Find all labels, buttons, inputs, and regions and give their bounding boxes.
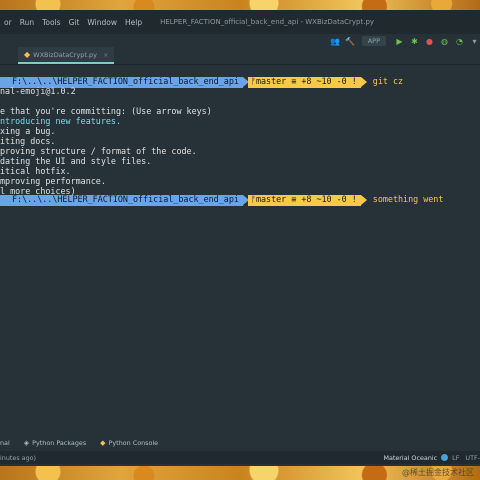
- close-icon[interactable]: ×: [103, 51, 108, 59]
- prompt-path: F:\..\..\HELPER_FACTION_official_back_en…: [12, 194, 239, 205]
- file-encoding[interactable]: UTF-: [465, 454, 480, 462]
- title-bar: or Run Tools Git Window Help HELPER_FACT…: [0, 10, 480, 34]
- command-text: git cz: [372, 76, 404, 87]
- menu-item-run[interactable]: Run: [16, 18, 38, 27]
- prompt-git-status: master ≡ +8 ~10 -0 !: [255, 194, 357, 205]
- prompt-git-status: master ≡ +8 ~10 -0 !: [255, 76, 357, 87]
- users-icon[interactable]: 👥: [330, 36, 341, 47]
- status-bar: inutes ago) Material Oceanic LF UTF-: [0, 451, 480, 464]
- output-line: nal-emoji@1.0.2: [0, 86, 76, 97]
- debug-icon[interactable]: ✱: [409, 36, 420, 47]
- watermark: @稀土掘金技术社区: [402, 468, 474, 477]
- tab-python-packages[interactable]: ◈ Python Packages: [24, 439, 86, 447]
- run-icon[interactable]: ▶: [394, 36, 405, 47]
- status-message: inutes ago): [0, 453, 37, 462]
- tab-terminal[interactable]: nal: [0, 439, 10, 447]
- tool-window-tabs: nal ◈ Python Packages ◆ Python Console: [0, 436, 480, 449]
- editor-tabs: ◆ WXBizDataCrypt.py ×: [0, 47, 480, 65]
- menu-item-view[interactable]: or: [0, 18, 16, 27]
- run-config-select[interactable]: APP: [361, 36, 386, 46]
- menu-item-git[interactable]: Git: [65, 18, 84, 27]
- menu-item-window[interactable]: Window: [83, 18, 121, 27]
- stop-icon[interactable]: ●: [424, 36, 435, 47]
- window-title: HELPER_FACTION_official_back_end_api - W…: [160, 18, 375, 26]
- coverage-icon[interactable]: ◍: [439, 36, 450, 47]
- profile-icon[interactable]: ◔: [454, 36, 465, 47]
- hammer-icon[interactable]: 🔨: [345, 36, 356, 47]
- tab-python-console[interactable]: ◆ Python Console: [100, 439, 158, 447]
- python-console-icon: ◆: [100, 438, 106, 447]
- more-icon[interactable]: ▾: [469, 36, 480, 47]
- tab-label: WXBizDataCrypt.py: [33, 50, 98, 59]
- powerline-arrow-icon: [360, 77, 367, 87]
- theme-name[interactable]: Material Oceanic: [383, 454, 437, 462]
- menu-item-help[interactable]: Help: [121, 18, 146, 27]
- prompt-line-2: F:\..\..\HELPER_FACTION_official_back_en…: [0, 194, 444, 206]
- packages-icon: ◈: [23, 438, 30, 447]
- command-text: something went: [372, 194, 444, 205]
- main-toolbar: 👥 🔨 APP ▶ ✱ ● ◍ ◔ ▾: [0, 34, 480, 48]
- theme-icon: [441, 454, 449, 461]
- menu-item-tools[interactable]: Tools: [38, 18, 64, 27]
- desktop-wallpaper-top: [0, 0, 480, 10]
- python-file-icon: ◆: [24, 50, 31, 59]
- powerline-arrow-icon: [360, 195, 367, 205]
- line-ending[interactable]: LF: [452, 454, 459, 462]
- tab-wxbizdatacrypt[interactable]: ◆ WXBizDataCrypt.py ×: [18, 47, 115, 64]
- terminal-output[interactable]: F:\..\..\HELPER_FACTION_official_back_en…: [0, 70, 480, 430]
